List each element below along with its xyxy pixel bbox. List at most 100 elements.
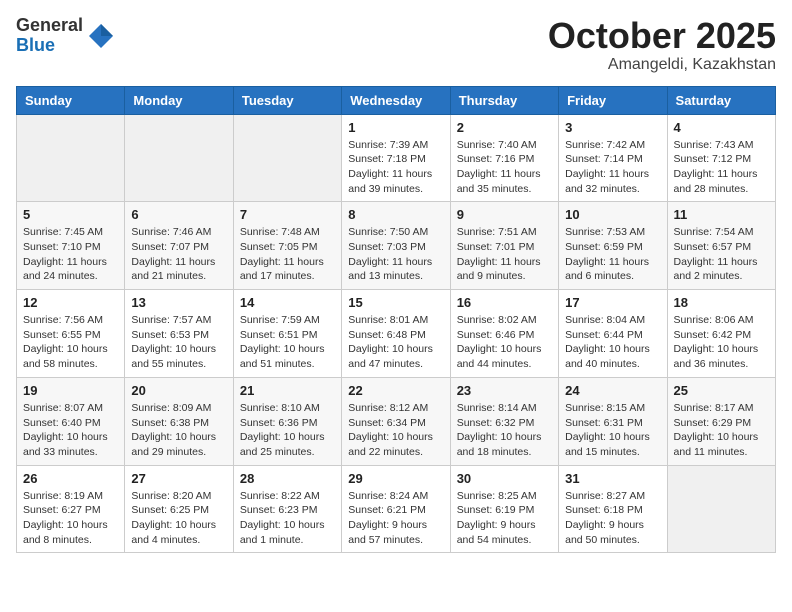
calendar-table: SundayMondayTuesdayWednesdayThursdayFrid… bbox=[16, 86, 776, 554]
calendar-cell: 17 Sunrise: 8:04 AM Sunset: 6:44 PM Dayli… bbox=[559, 290, 667, 378]
weekday-header-saturday: Saturday bbox=[667, 86, 775, 114]
day-number: 14 bbox=[240, 295, 335, 310]
calendar-cell: 28Sunrise: 8:22 AM Sunset: 6:23 PM Dayli… bbox=[233, 465, 341, 553]
day-number: 27 bbox=[131, 471, 226, 486]
day-info: Sunrise: 8:09 AM Sunset: 6:38 PM Dayligh… bbox=[131, 401, 226, 460]
calendar-cell: 1 Sunrise: 7:39 AM Sunset: 7:18 PM Daylig… bbox=[342, 114, 450, 202]
location: Amangeldi, Kazakhstan bbox=[548, 56, 776, 74]
day-info: Sunrise: 8:04 AM Sunset: 6:44 PM Dayligh… bbox=[565, 313, 660, 372]
calendar-cell: 9 Sunrise: 7:51 AM Sunset: 7:01 PM Daylig… bbox=[450, 202, 558, 290]
calendar-cell: 22Sunrise: 8:12 AM Sunset: 6:34 PM Dayli… bbox=[342, 377, 450, 465]
day-info: Sunrise: 8:19 AM Sunset: 6:27 PM Dayligh… bbox=[23, 489, 118, 548]
day-number: 6 bbox=[131, 207, 226, 222]
weekday-header-sunday: Sunday bbox=[17, 86, 125, 114]
day-number: 11 bbox=[674, 207, 769, 222]
calendar-cell: 21 Sunrise: 8:10 AM Sunset: 6:36 PM Dayli… bbox=[233, 377, 341, 465]
calendar-week-0: 1 Sunrise: 7:39 AM Sunset: 7:18 PM Daylig… bbox=[17, 114, 776, 202]
title-block: October 2025 Amangeldi, Kazakhstan bbox=[548, 16, 776, 74]
calendar-week-2: 12 Sunrise: 7:56 AM Sunset: 6:55 PM Dayli… bbox=[17, 290, 776, 378]
calendar-cell: 13 Sunrise: 7:57 AM Sunset: 6:53 PM Dayli… bbox=[125, 290, 233, 378]
weekday-header-friday: Friday bbox=[559, 86, 667, 114]
day-info: Sunrise: 7:46 AM Sunset: 7:07 PM Dayligh… bbox=[131, 225, 226, 284]
day-info: Sunrise: 8:02 AM Sunset: 6:46 PM Dayligh… bbox=[457, 313, 552, 372]
day-number: 13 bbox=[131, 295, 226, 310]
logo-icon bbox=[87, 22, 115, 50]
day-info: Sunrise: 7:51 AM Sunset: 7:01 PM Dayligh… bbox=[457, 225, 552, 284]
calendar-cell: 7Sunrise: 7:48 AM Sunset: 7:05 PM Daylig… bbox=[233, 202, 341, 290]
day-info: Sunrise: 7:43 AM Sunset: 7:12 PM Dayligh… bbox=[674, 138, 769, 197]
day-info: Sunrise: 8:17 AM Sunset: 6:29 PM Dayligh… bbox=[674, 401, 769, 460]
day-info: Sunrise: 8:07 AM Sunset: 6:40 PM Dayligh… bbox=[23, 401, 118, 460]
day-number: 5 bbox=[23, 207, 118, 222]
calendar-week-1: 5 Sunrise: 7:45 AM Sunset: 7:10 PM Daylig… bbox=[17, 202, 776, 290]
day-info: Sunrise: 7:56 AM Sunset: 6:55 PM Dayligh… bbox=[23, 313, 118, 372]
day-number: 10 bbox=[565, 207, 660, 222]
calendar-week-3: 19Sunrise: 8:07 AM Sunset: 6:40 PM Dayli… bbox=[17, 377, 776, 465]
day-number: 25 bbox=[674, 383, 769, 398]
day-info: Sunrise: 8:06 AM Sunset: 6:42 PM Dayligh… bbox=[674, 313, 769, 372]
day-number: 9 bbox=[457, 207, 552, 222]
calendar-cell: 5 Sunrise: 7:45 AM Sunset: 7:10 PM Daylig… bbox=[17, 202, 125, 290]
calendar-cell: 2Sunrise: 7:40 AM Sunset: 7:16 PM Daylig… bbox=[450, 114, 558, 202]
calendar-cell bbox=[17, 114, 125, 202]
day-info: Sunrise: 8:27 AM Sunset: 6:18 PM Dayligh… bbox=[565, 489, 660, 548]
day-info: Sunrise: 7:48 AM Sunset: 7:05 PM Dayligh… bbox=[240, 225, 335, 284]
calendar-cell: 29Sunrise: 8:24 AM Sunset: 6:21 PM Dayli… bbox=[342, 465, 450, 553]
month-title: October 2025 bbox=[548, 16, 776, 56]
calendar-cell: 20 Sunrise: 8:09 AM Sunset: 6:38 PM Dayli… bbox=[125, 377, 233, 465]
day-number: 21 bbox=[240, 383, 335, 398]
day-number: 4 bbox=[674, 120, 769, 135]
logo: General Blue bbox=[16, 16, 115, 56]
calendar-cell bbox=[667, 465, 775, 553]
calendar-cell: 14 Sunrise: 7:59 AM Sunset: 6:51 PM Dayli… bbox=[233, 290, 341, 378]
day-number: 1 bbox=[348, 120, 443, 135]
day-info: Sunrise: 8:14 AM Sunset: 6:32 PM Dayligh… bbox=[457, 401, 552, 460]
day-info: Sunrise: 7:45 AM Sunset: 7:10 PM Dayligh… bbox=[23, 225, 118, 284]
weekday-header-monday: Monday bbox=[125, 86, 233, 114]
day-number: 20 bbox=[131, 383, 226, 398]
day-info: Sunrise: 7:42 AM Sunset: 7:14 PM Dayligh… bbox=[565, 138, 660, 197]
day-info: Sunrise: 7:39 AM Sunset: 7:18 PM Dayligh… bbox=[348, 138, 443, 197]
calendar-cell bbox=[233, 114, 341, 202]
day-info: Sunrise: 8:15 AM Sunset: 6:31 PM Dayligh… bbox=[565, 401, 660, 460]
day-info: Sunrise: 8:25 AM Sunset: 6:19 PM Dayligh… bbox=[457, 489, 552, 548]
calendar-cell: 4 Sunrise: 7:43 AM Sunset: 7:12 PM Daylig… bbox=[667, 114, 775, 202]
day-number: 3 bbox=[565, 120, 660, 135]
day-number: 28 bbox=[240, 471, 335, 486]
day-info: Sunrise: 8:20 AM Sunset: 6:25 PM Dayligh… bbox=[131, 489, 226, 548]
calendar-cell: 19Sunrise: 8:07 AM Sunset: 6:40 PM Dayli… bbox=[17, 377, 125, 465]
day-number: 26 bbox=[23, 471, 118, 486]
logo-general: General bbox=[16, 16, 83, 36]
calendar-cell: 10 Sunrise: 7:53 AM Sunset: 6:59 PM Dayli… bbox=[559, 202, 667, 290]
day-number: 18 bbox=[674, 295, 769, 310]
day-number: 22 bbox=[348, 383, 443, 398]
day-number: 12 bbox=[23, 295, 118, 310]
weekday-header-thursday: Thursday bbox=[450, 86, 558, 114]
weekday-header-wednesday: Wednesday bbox=[342, 86, 450, 114]
calendar-cell: 25 Sunrise: 8:17 AM Sunset: 6:29 PM Dayli… bbox=[667, 377, 775, 465]
day-info: Sunrise: 7:53 AM Sunset: 6:59 PM Dayligh… bbox=[565, 225, 660, 284]
calendar-cell: 11Sunrise: 7:54 AM Sunset: 6:57 PM Dayli… bbox=[667, 202, 775, 290]
calendar-cell: 3 Sunrise: 7:42 AM Sunset: 7:14 PM Daylig… bbox=[559, 114, 667, 202]
day-number: 16 bbox=[457, 295, 552, 310]
day-number: 17 bbox=[565, 295, 660, 310]
calendar-cell bbox=[125, 114, 233, 202]
day-number: 23 bbox=[457, 383, 552, 398]
day-info: Sunrise: 7:57 AM Sunset: 6:53 PM Dayligh… bbox=[131, 313, 226, 372]
day-info: Sunrise: 8:24 AM Sunset: 6:21 PM Dayligh… bbox=[348, 489, 443, 548]
day-info: Sunrise: 8:10 AM Sunset: 6:36 PM Dayligh… bbox=[240, 401, 335, 460]
calendar-body: 1 Sunrise: 7:39 AM Sunset: 7:18 PM Daylig… bbox=[17, 114, 776, 553]
calendar-cell: 26 Sunrise: 8:19 AM Sunset: 6:27 PM Dayli… bbox=[17, 465, 125, 553]
weekday-header-tuesday: Tuesday bbox=[233, 86, 341, 114]
calendar-cell: 15Sunrise: 8:01 AM Sunset: 6:48 PM Dayli… bbox=[342, 290, 450, 378]
calendar-cell: 12 Sunrise: 7:56 AM Sunset: 6:55 PM Dayli… bbox=[17, 290, 125, 378]
calendar-cell: 30Sunrise: 8:25 AM Sunset: 6:19 PM Dayli… bbox=[450, 465, 558, 553]
day-number: 24 bbox=[565, 383, 660, 398]
calendar-cell: 23 Sunrise: 8:14 AM Sunset: 6:32 PM Dayli… bbox=[450, 377, 558, 465]
calendar-cell: 16 Sunrise: 8:02 AM Sunset: 6:46 PM Dayli… bbox=[450, 290, 558, 378]
calendar-cell: 31 Sunrise: 8:27 AM Sunset: 6:18 PM Dayli… bbox=[559, 465, 667, 553]
calendar-cell: 27 Sunrise: 8:20 AM Sunset: 6:25 PM Dayli… bbox=[125, 465, 233, 553]
day-info: Sunrise: 7:59 AM Sunset: 6:51 PM Dayligh… bbox=[240, 313, 335, 372]
day-number: 31 bbox=[565, 471, 660, 486]
calendar-cell: 6 Sunrise: 7:46 AM Sunset: 7:07 PM Daylig… bbox=[125, 202, 233, 290]
